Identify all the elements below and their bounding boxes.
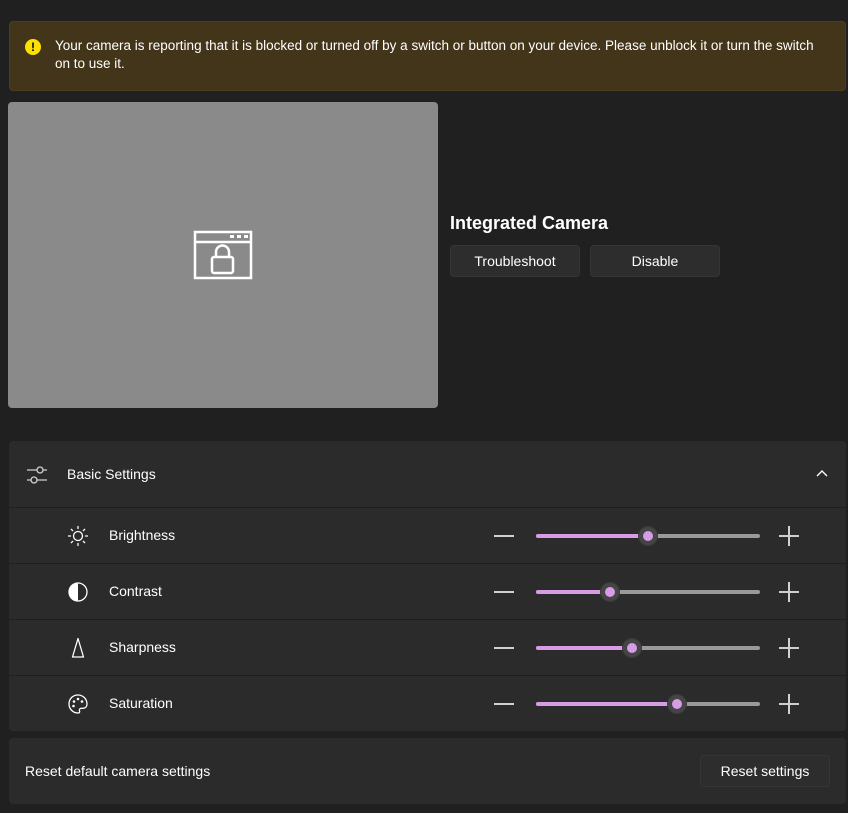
reset-settings-card: Reset default camera settings Reset sett… xyxy=(9,738,846,804)
sharpness-slider[interactable] xyxy=(536,638,760,658)
sharpness-increase-button[interactable] xyxy=(779,638,799,658)
saturation-decrease-button[interactable] xyxy=(494,703,514,705)
sharpness-icon xyxy=(71,637,85,658)
saturation-label: Saturation xyxy=(109,695,173,711)
contrast-decrease-button[interactable] xyxy=(494,591,514,593)
palette-icon xyxy=(68,694,88,714)
troubleshoot-button[interactable]: Troubleshoot xyxy=(450,245,580,277)
brightness-slider-thumb[interactable] xyxy=(638,526,658,546)
warning-icon: ! xyxy=(25,39,41,55)
saturation-row: Saturation xyxy=(9,676,846,732)
sliders-icon xyxy=(27,466,47,484)
brightness-row: Brightness xyxy=(9,508,846,564)
camera-preview xyxy=(8,102,438,408)
camera-blocked-banner: ! Your camera is reporting that it is bl… xyxy=(9,21,846,91)
brightness-increase-button[interactable] xyxy=(779,526,799,546)
sun-icon xyxy=(67,525,89,547)
saturation-increase-button[interactable] xyxy=(779,694,799,714)
saturation-slider[interactable] xyxy=(536,694,760,714)
banner-message: Your camera is reporting that it is bloc… xyxy=(55,38,814,71)
sharpness-slider-thumb[interactable] xyxy=(622,638,643,658)
sharpness-slider-fill xyxy=(536,646,633,650)
contrast-increase-button[interactable] xyxy=(779,582,799,602)
brightness-slider-fill xyxy=(536,534,648,538)
disable-button[interactable]: Disable xyxy=(590,245,720,277)
chevron-up-icon[interactable] xyxy=(815,468,829,478)
brightness-label: Brightness xyxy=(109,527,176,543)
contrast-slider-fill xyxy=(536,590,610,594)
brightness-decrease-button[interactable] xyxy=(494,535,514,537)
basic-settings-header[interactable]: Basic Settings xyxy=(9,441,846,508)
saturation-slider-thumb[interactable] xyxy=(667,694,688,714)
contrast-row: Contrast xyxy=(9,564,846,620)
contrast-icon xyxy=(68,582,88,602)
locked-window-icon xyxy=(193,230,253,280)
reset-settings-button[interactable]: Reset settings xyxy=(700,755,830,787)
saturation-slider-fill xyxy=(536,702,678,706)
contrast-slider[interactable] xyxy=(536,582,760,602)
sharpness-label: Sharpness xyxy=(109,639,176,655)
basic-settings-title: Basic Settings xyxy=(67,466,156,482)
reset-settings-label: Reset default camera settings xyxy=(25,763,211,779)
brightness-slider[interactable] xyxy=(536,526,760,546)
contrast-slider-thumb[interactable] xyxy=(599,582,620,602)
sharpness-row: Sharpness xyxy=(9,620,846,676)
contrast-label: Contrast xyxy=(109,583,162,599)
camera-name: Integrated Camera xyxy=(450,213,609,233)
sharpness-decrease-button[interactable] xyxy=(494,647,514,649)
basic-settings-panel: Basic Settings Brightness Contrast Sharp… xyxy=(9,441,846,731)
